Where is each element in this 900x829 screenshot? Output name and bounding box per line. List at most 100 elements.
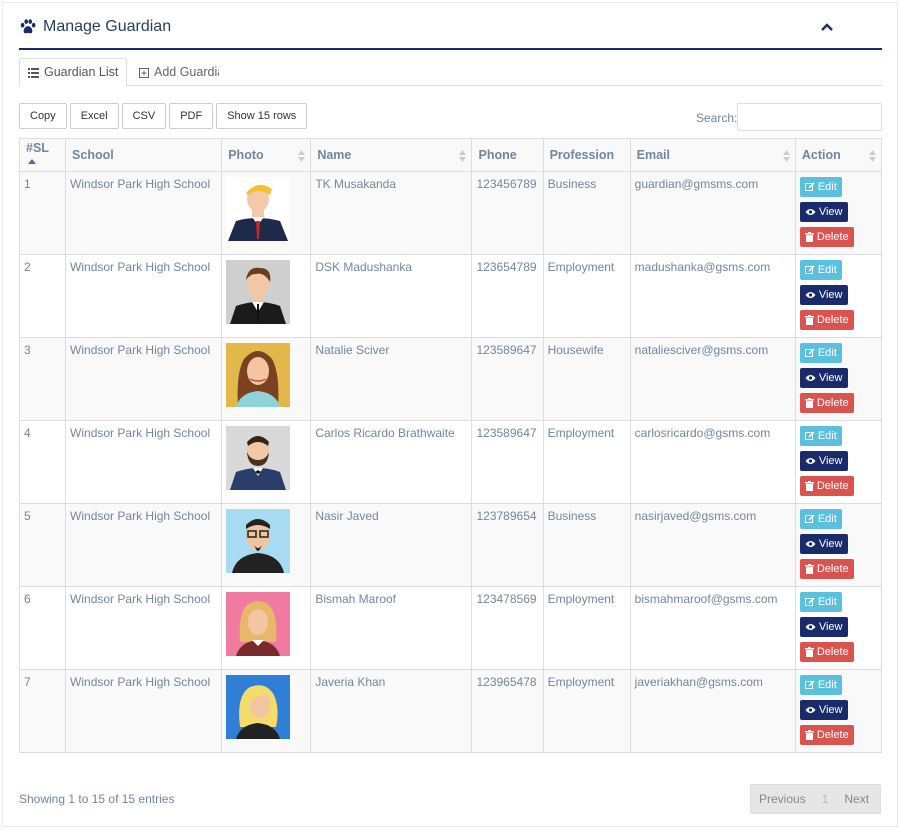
cell-sl: 6 — [18, 586, 67, 670]
table-row: 6 Windsor Park High School Bismah Maroof… — [18, 586, 883, 670]
pagination: Previous 1 Next — [750, 784, 881, 814]
cell-photo — [221, 171, 312, 255]
chevron-up-icon[interactable] — [820, 20, 834, 34]
edit-button[interactable]: Edit — [799, 592, 842, 612]
cell-action: Edit View Delete — [794, 171, 883, 255]
edit-button[interactable]: Edit — [799, 343, 842, 363]
avatar — [226, 260, 291, 324]
pdf-button[interactable]: PDF — [169, 103, 214, 129]
edit-button[interactable]: Edit — [799, 675, 842, 695]
eye-icon — [805, 292, 816, 298]
column-header-photo[interactable]: Photo — [221, 138, 312, 172]
cell-action: Edit View Delete — [794, 420, 883, 504]
delete-button[interactable]: Delete — [799, 476, 854, 496]
cell-profession: Employment — [542, 669, 631, 753]
delete-button[interactable]: Delete — [799, 310, 854, 330]
cell-photo — [221, 669, 312, 753]
cell-name: Javeria Khan — [310, 669, 473, 753]
cell-name: TK Musakanda — [310, 171, 473, 255]
cell-school: Windsor Park High School — [65, 586, 223, 670]
trash-icon — [804, 564, 814, 574]
cell-email: madushanka@gsms.com — [629, 254, 796, 338]
view-button[interactable]: View — [799, 368, 848, 388]
edit-icon — [804, 431, 815, 440]
view-button[interactable]: View — [799, 700, 848, 720]
avatar — [226, 592, 291, 656]
cell-profession: Business — [542, 171, 631, 255]
excel-button[interactable]: Excel — [69, 103, 119, 129]
column-header-profession[interactable]: Profession — [542, 138, 631, 172]
trash-icon — [804, 398, 814, 408]
cell-sl: 5 — [18, 503, 67, 587]
export-buttons: Copy Excel CSV PDF Show 15 rows — [19, 103, 308, 129]
cell-sl: 1 — [18, 171, 67, 255]
edit-icon — [804, 514, 815, 523]
cell-name: Nasir Javed — [310, 503, 473, 587]
view-button[interactable]: View — [799, 534, 848, 554]
delete-button[interactable]: Delete — [799, 559, 854, 579]
cell-email: javeriakhan@gsms.com — [629, 669, 796, 753]
panel-header: Manage Guardian — [19, 14, 882, 50]
trash-icon — [804, 232, 814, 242]
search-input[interactable] — [737, 103, 882, 131]
tab-guardian-list[interactable]: Guardian List — [19, 58, 128, 87]
csv-button[interactable]: CSV — [121, 103, 167, 129]
eye-icon — [805, 458, 816, 464]
tab-add-guardian[interactable]: Add Guardian — [131, 58, 219, 87]
cell-email: guardian@gmsms.com — [629, 171, 796, 255]
delete-button[interactable]: Delete — [799, 725, 854, 745]
cell-name: DSK Madushanka — [310, 254, 473, 338]
trash-icon — [804, 647, 814, 657]
column-header-sl[interactable]: #SL — [18, 138, 67, 172]
column-header-phone[interactable]: Phone — [471, 138, 544, 172]
cell-sl: 2 — [18, 254, 67, 338]
cell-action: Edit View Delete — [794, 669, 883, 753]
edit-icon — [804, 680, 815, 689]
show-rows-button[interactable]: Show 15 rows — [216, 103, 308, 129]
view-button[interactable]: View — [799, 451, 848, 471]
avatar — [226, 177, 291, 241]
column-header-name[interactable]: Name — [310, 138, 473, 172]
edit-button[interactable]: Edit — [799, 426, 842, 446]
cell-email: carlosricardo@gsms.com — [629, 420, 796, 504]
cell-school: Windsor Park High School — [65, 254, 223, 338]
edit-button[interactable]: Edit — [799, 509, 842, 529]
cell-phone: 123654789 — [471, 254, 544, 338]
cell-photo — [221, 503, 312, 587]
cell-phone: 123965478 — [471, 669, 544, 753]
previous-button[interactable]: Previous — [751, 792, 814, 806]
edit-button[interactable]: Edit — [799, 260, 842, 280]
column-header-school[interactable]: School — [65, 138, 223, 172]
page-1-button[interactable]: 1 — [814, 792, 837, 806]
table-row: 1 Windsor Park High School TK Musakanda … — [18, 171, 883, 255]
cell-profession: Housewife — [542, 337, 631, 421]
delete-button[interactable]: Delete — [799, 642, 854, 662]
sort-icon — [782, 150, 790, 162]
delete-button[interactable]: Delete — [799, 393, 854, 413]
cell-email: bismahmaroof@gsms.com — [629, 586, 796, 670]
cell-school: Windsor Park High School — [65, 503, 223, 587]
cell-name: Bismah Maroof — [310, 586, 473, 670]
column-header-email[interactable]: Email — [629, 138, 796, 172]
cell-school: Windsor Park High School — [65, 669, 223, 753]
edit-button[interactable]: Edit — [799, 177, 842, 197]
sort-icon — [459, 150, 467, 162]
cell-photo — [221, 586, 312, 670]
copy-button[interactable]: Copy — [19, 103, 67, 129]
edit-icon — [804, 265, 815, 274]
table-row: 2 Windsor Park High School DSK Madushank… — [18, 254, 883, 338]
view-button[interactable]: View — [799, 285, 848, 305]
edit-icon — [804, 182, 815, 191]
avatar — [226, 426, 291, 490]
trash-icon — [804, 315, 814, 325]
next-button[interactable]: Next — [836, 792, 877, 806]
view-button[interactable]: View — [799, 617, 848, 637]
avatar — [226, 343, 291, 407]
table-row: 7 Windsor Park High School Javeria Khan … — [18, 669, 883, 753]
column-header-action[interactable]: Action — [794, 138, 883, 172]
view-button[interactable]: View — [799, 202, 848, 222]
list-icon — [28, 67, 39, 78]
cell-action: Edit View Delete — [794, 337, 883, 421]
cell-sl: 4 — [18, 420, 67, 504]
delete-button[interactable]: Delete — [799, 227, 854, 247]
